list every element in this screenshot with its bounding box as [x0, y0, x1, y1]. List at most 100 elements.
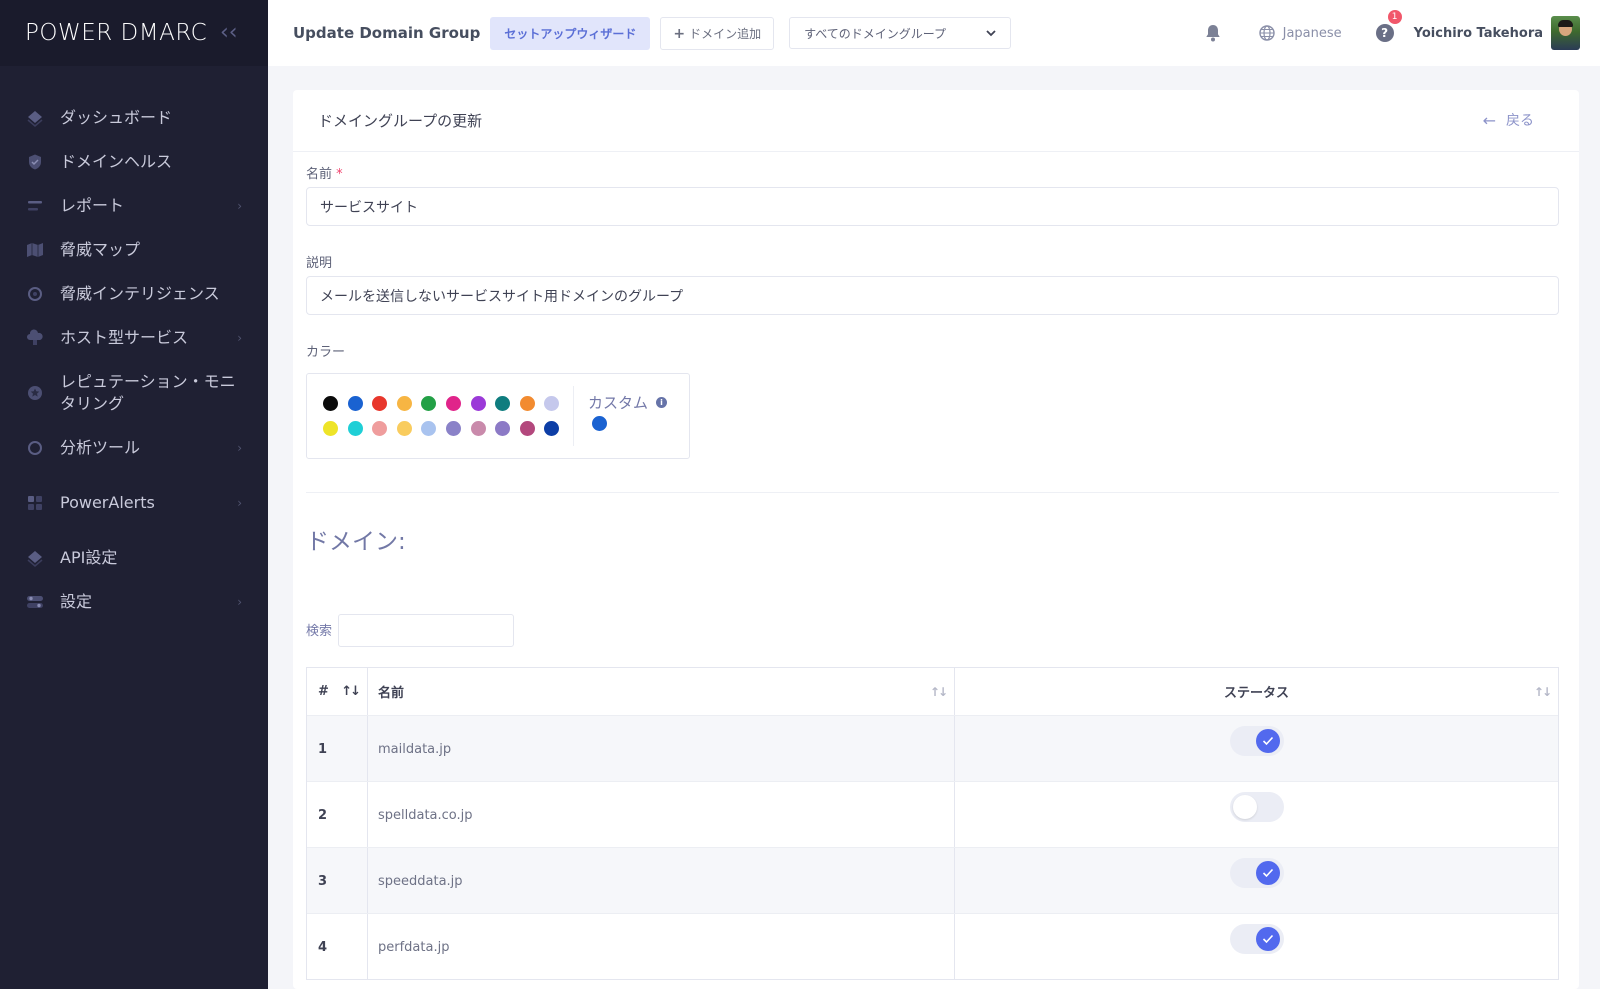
column-header-status[interactable]: ステータス ↑↓	[955, 668, 1558, 715]
sort-icon[interactable]: ↑↓	[1534, 685, 1552, 699]
color-swatch[interactable]	[445, 421, 461, 436]
check-icon	[1255, 861, 1280, 885]
sort-icon[interactable]: ↑↓	[341, 684, 361, 699]
domain-name: maildata.jp	[368, 716, 955, 781]
domain-group-select[interactable]: すべてのドメイングループ	[789, 17, 1012, 49]
back-label: 戻る	[1506, 113, 1534, 129]
required-mark: *	[336, 167, 343, 182]
color-picker: カスタム i	[306, 373, 690, 459]
cloud-server-icon	[26, 329, 44, 347]
sidebar-item-label: ホスト型サービス	[60, 328, 189, 347]
notification-badge: 1	[1387, 10, 1402, 24]
custom-color-swatch[interactable]	[592, 416, 607, 431]
sidebar-item-label: API設定	[60, 548, 118, 567]
status-cell	[955, 914, 1558, 979]
color-swatch[interactable]	[495, 396, 511, 411]
color-swatch[interactable]	[445, 396, 461, 411]
double-chevron-left-icon[interactable]: ‹‹	[220, 20, 238, 45]
table-row: 1 maildata.jp	[307, 715, 1558, 781]
sidebar-item-4[interactable]: 脅威インテリジェンス	[0, 272, 268, 316]
color-swatch[interactable]	[470, 396, 486, 411]
domain-name: spelldata.co.jp	[368, 782, 955, 847]
chevron-right-icon: ›	[237, 331, 242, 345]
add-domain-button[interactable]: + ドメイン追加	[660, 16, 775, 50]
table-row: 3 speeddata.jp	[307, 847, 1558, 913]
status-toggle[interactable]	[1229, 858, 1284, 888]
color-swatch[interactable]	[396, 396, 412, 411]
description-label: 説明	[306, 256, 333, 271]
map-icon	[26, 241, 44, 259]
info-icon[interactable]: i	[656, 397, 668, 408]
arrow-left-icon: ←	[1482, 110, 1496, 130]
row-number: 1	[307, 716, 368, 781]
status-cell	[955, 848, 1558, 913]
status-toggle[interactable]	[1229, 726, 1284, 756]
divider	[306, 492, 1559, 493]
sidebar-item-label: 設定	[60, 592, 93, 611]
chevron-down-icon	[986, 26, 996, 40]
status-toggle[interactable]	[1229, 792, 1284, 822]
alerts-grid-icon	[26, 494, 44, 512]
help-button[interactable]: ? 1	[1375, 10, 1402, 42]
sidebar-item-label: 分析ツール	[60, 438, 141, 457]
sidebar-item-0[interactable]: ダッシュボード	[0, 96, 268, 140]
column-header-num[interactable]: # ↑↓	[307, 668, 368, 715]
color-swatch[interactable]	[421, 421, 437, 436]
powerdmarc-logo[interactable]: POWER DMARC	[25, 20, 207, 46]
color-swatch[interactable]	[544, 421, 560, 436]
color-swatch[interactable]	[347, 396, 363, 411]
color-swatch[interactable]	[519, 396, 535, 411]
column-header-status-label: ステータス	[1223, 686, 1289, 701]
column-header-name-label: 名前	[378, 686, 405, 701]
color-swatch[interactable]	[323, 421, 338, 436]
color-swatch[interactable]	[372, 421, 388, 436]
topbar: Update Domain Group セットアップウィザード + ドメイン追加 …	[268, 0, 1600, 66]
color-swatch[interactable]	[544, 396, 560, 411]
sidebar-item-9[interactable]: API設定	[0, 536, 268, 580]
check-icon	[1255, 729, 1280, 753]
color-swatch[interactable]	[470, 421, 486, 436]
user-name[interactable]: Yoichiro Takehora	[1414, 26, 1543, 41]
chevron-right-icon: ›	[237, 496, 242, 510]
color-swatch[interactable]	[495, 421, 511, 436]
color-swatch[interactable]	[421, 396, 437, 411]
color-swatch[interactable]	[347, 421, 363, 436]
sidebar: POWER DMARC ‹‹ ダッシュボード ドメインヘルス レポート › 脅威マップ脅…	[0, 0, 268, 989]
avatar[interactable]	[1551, 16, 1580, 50]
sidebar-item-3[interactable]: 脅威マップ	[0, 228, 268, 272]
color-swatch[interactable]	[323, 396, 338, 411]
status-toggle[interactable]	[1229, 924, 1284, 954]
sort-icon[interactable]: ↑↓	[930, 685, 948, 699]
color-swatch[interactable]	[519, 421, 535, 436]
domain-name: perfdata.jp	[368, 914, 955, 979]
bell-icon[interactable]	[1203, 23, 1223, 43]
sidebar-item-label: レピュテーション・モニタリング	[60, 372, 236, 413]
question-icon: ?	[1375, 24, 1394, 42]
sidebar-item-6[interactable]: レピュテーション・モニタリング	[0, 360, 268, 426]
sidebar-item-7[interactable]: 分析ツール ›	[0, 426, 268, 470]
description-input[interactable]: メールを送信しないサービスサイト用ドメインのグループ	[306, 276, 1559, 315]
update-domain-group-card: ドメイングループの更新 ← 戻る 名前 * サービスサイト 説明 メールを送信しな…	[293, 90, 1579, 989]
api-diamond-icon	[26, 549, 44, 567]
sidebar-item-5[interactable]: ホスト型サービス ›	[0, 316, 268, 360]
column-header-name[interactable]: 名前 ↑↓	[368, 668, 955, 715]
sidebar-item-8[interactable]: PowerAlerts ›	[0, 470, 268, 536]
back-link[interactable]: ← 戻る	[1483, 110, 1534, 130]
row-number: 4	[307, 914, 368, 979]
card-title: ドメイングループの更新	[318, 112, 483, 130]
sidebar-item-1[interactable]: ドメインヘルス	[0, 140, 268, 184]
table-row: 4 perfdata.jp	[307, 913, 1558, 979]
language-selector[interactable]: Japanese	[1258, 25, 1342, 41]
color-swatch[interactable]	[396, 421, 412, 436]
topbar-right: Japanese ? 1 Yoichiro Takehora	[1203, 0, 1600, 66]
name-input[interactable]: サービスサイト	[306, 187, 1559, 226]
sidebar-item-2[interactable]: レポート ›	[0, 184, 268, 228]
sidebar-menu: ダッシュボード ドメインヘルス レポート › 脅威マップ 脅威インテリジェンス ホスト型サー…	[0, 96, 268, 624]
search-input[interactable]	[338, 614, 514, 647]
table-row: 2 spelldata.co.jp	[307, 781, 1558, 847]
analysis-circle-icon	[26, 439, 44, 457]
custom-label-text: カスタム	[588, 394, 649, 412]
sidebar-item-10[interactable]: 設定 ›	[0, 580, 268, 624]
color-swatch[interactable]	[372, 396, 388, 411]
setup-wizard-button[interactable]: セットアップウィザード	[490, 16, 651, 50]
